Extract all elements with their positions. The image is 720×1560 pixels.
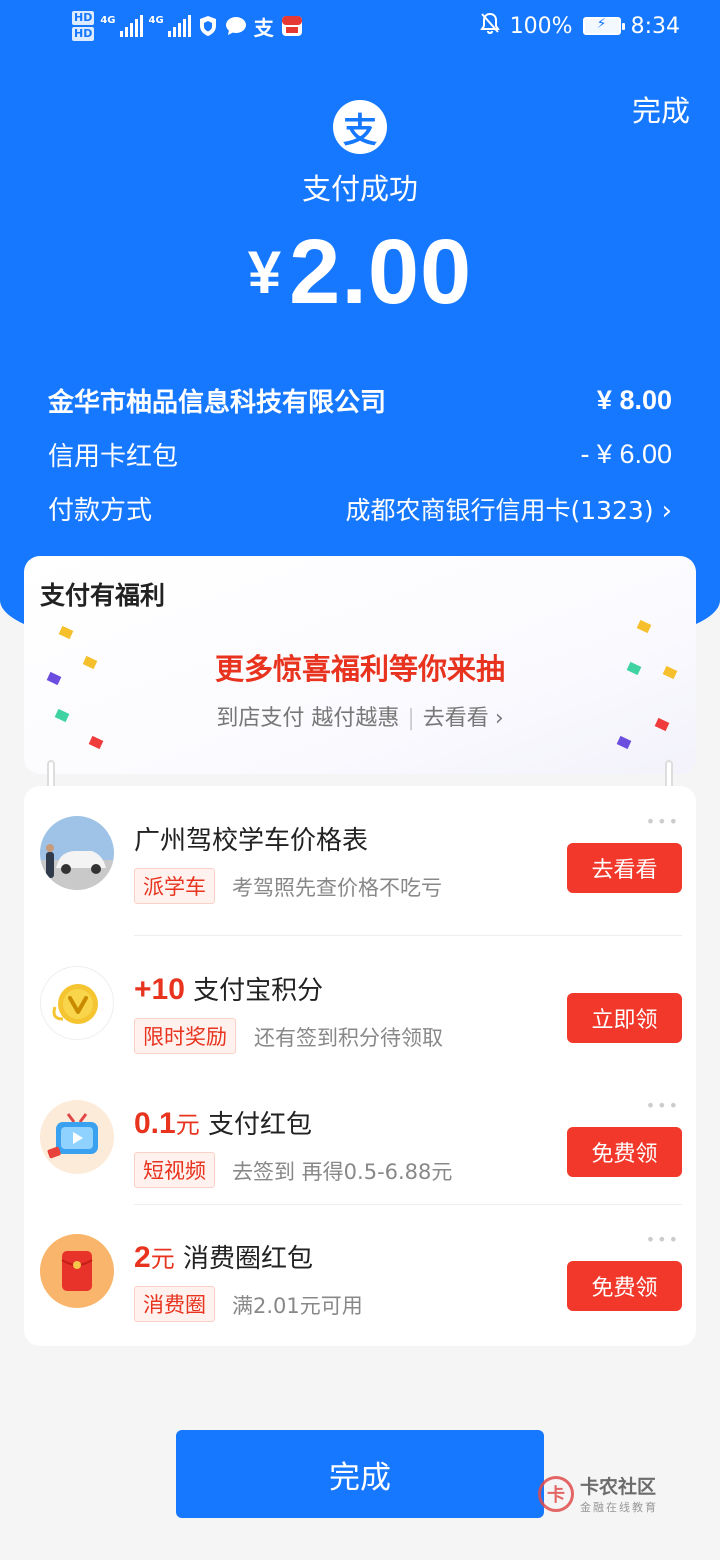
- offer-title: 0.1元 支付红包: [134, 1104, 312, 1141]
- benefit-sub-text: 到店支付 越付越惠: [216, 706, 400, 731]
- offer-tag: 短视频: [134, 1152, 215, 1188]
- watermark-sub: 金融在线教育: [580, 1501, 658, 1514]
- offer-desc: 考驾照先查价格不吃亏: [232, 876, 442, 900]
- hd-label-2: HD: [72, 27, 95, 41]
- offer-tag: 限时奖励: [134, 1018, 236, 1054]
- benefit-link[interactable]: 去看看: [423, 706, 489, 731]
- offer-highlight-value: 2: [134, 1241, 151, 1274]
- alipay-icon: 支: [253, 15, 274, 40]
- chevron-right-icon: ›: [661, 495, 672, 526]
- status-bar: HD HD 4G 4G 支 100% ⚡ 8:34: [0, 0, 720, 56]
- offer-highlight-unit: 元: [150, 1246, 175, 1273]
- view-button[interactable]: 去看看: [567, 843, 682, 893]
- points-coin-icon: [40, 966, 114, 1040]
- offer-tag: 派学车: [134, 868, 215, 904]
- confetti-icon: [58, 625, 74, 640]
- watermark-logo-icon: 卡: [538, 1475, 574, 1512]
- merchant-name: 金华市柚品信息科技有限公司: [48, 388, 387, 418]
- merchant-row: 金华市柚品信息科技有限公司 ¥ 8.00: [48, 382, 672, 419]
- battery-percent: 100%: [509, 13, 573, 39]
- network-label-1: 4G: [100, 15, 116, 26]
- offer-tag: 消费圈: [134, 1286, 215, 1322]
- amount-value: 2.00: [289, 221, 473, 323]
- driving-school-avatar: [40, 816, 114, 890]
- offer-title: +10 支付宝积分: [134, 970, 323, 1007]
- offer-title-text: 支付红包: [207, 1110, 312, 1140]
- benefit-subline: 到店支付 越付越惠 | 去看看 ›: [24, 700, 696, 732]
- status-left: HD HD 4G 4G 支: [72, 10, 303, 42]
- clock: 8:34: [630, 13, 680, 39]
- offer-highlight: 2元: [134, 1241, 175, 1274]
- payment-amount: ¥2.00: [0, 220, 720, 325]
- battery-icon: ⚡: [582, 16, 625, 35]
- payment-method-value-wrap[interactable]: 成都农商银行信用卡(1323) ›: [345, 491, 672, 527]
- benefit-card[interactable]: 支付有福利 更多惊喜福利等你来抽 到店支付 越付越惠 | 去看看 ›: [24, 556, 696, 774]
- discount-amount: - ¥ 6.00: [580, 439, 672, 469]
- offer-highlight-value: 0.1: [134, 1107, 176, 1140]
- app-icon: [281, 15, 303, 37]
- confetti-icon: [88, 735, 104, 750]
- list-item[interactable]: ••• 广州驾校学车价格表 派学车 考驾照先查价格不吃亏 去看看: [24, 786, 696, 920]
- list-item[interactable]: ••• 0.1元 支付红包 短视频 去签到 再得0.5-6.88元 免费领: [24, 1070, 696, 1204]
- chevron-right-icon: ›: [494, 706, 504, 731]
- benefit-title: 支付有福利: [40, 581, 166, 610]
- mute-bell-icon: [479, 12, 500, 40]
- free-claim-button[interactable]: 免费领: [567, 1261, 682, 1311]
- payment-method-row[interactable]: 付款方式 成都农商银行信用卡(1323) ›: [48, 490, 672, 527]
- confetti-icon: [636, 619, 652, 634]
- offer-title: 广州驾校学车价格表: [134, 826, 369, 856]
- hd-label-1: HD: [72, 11, 95, 25]
- chat-icon: [225, 15, 247, 37]
- divider: |: [407, 706, 415, 731]
- done-button[interactable]: 完成: [176, 1430, 544, 1518]
- offer-highlight: 0.1元: [134, 1107, 200, 1140]
- payment-method-value: 成都农商银行信用卡(1323): [345, 495, 654, 525]
- offer-desc: 满2.01元可用: [232, 1294, 363, 1318]
- red-envelope-icon: [40, 1234, 114, 1308]
- more-dots-icon[interactable]: •••: [646, 1230, 680, 1249]
- list-item[interactable]: ••• 2元 消费圈红包 消费圈 满2.01元可用 免费领: [24, 1204, 696, 1338]
- offer-title: 2元 消费圈红包: [134, 1238, 313, 1275]
- payment-method-label: 付款方式: [48, 496, 153, 526]
- more-dots-icon[interactable]: •••: [646, 1096, 680, 1115]
- offer-list: ••• 广州驾校学车价格表 派学车 考驾照先查价格不吃亏 去看看 +10 支付宝…: [24, 786, 696, 1346]
- list-item[interactable]: +10 支付宝积分 限时奖励 还有签到积分待领取 立即领: [24, 936, 696, 1070]
- status-right: 100% ⚡ 8:34: [479, 12, 680, 40]
- offer-desc: 去签到 再得0.5-6.88元: [232, 1160, 453, 1184]
- confetti-icon: [616, 735, 632, 750]
- discount-label: 信用卡红包: [48, 442, 179, 472]
- offer-highlight: +10: [134, 973, 185, 1006]
- watermark-main: 卡农社区: [580, 1476, 657, 1498]
- offer-desc: 还有签到积分待领取: [254, 1026, 443, 1050]
- offer-title-text: 支付宝积分: [193, 976, 324, 1006]
- network-label-2: 4G: [148, 15, 164, 26]
- claim-now-button[interactable]: 立即领: [567, 993, 682, 1043]
- merchant-amount: ¥ 8.00: [596, 385, 672, 415]
- done-top-button[interactable]: 完成: [632, 88, 690, 130]
- free-claim-button[interactable]: 免费领: [567, 1127, 682, 1177]
- signal-icon-1: 4G: [100, 15, 143, 37]
- alipay-logo-icon: 支: [333, 100, 387, 154]
- tv-icon: [40, 1100, 114, 1174]
- offer-highlight-unit: 元: [175, 1112, 200, 1139]
- signal-icon-2: 4G: [149, 15, 191, 37]
- shield-icon: [197, 15, 219, 37]
- hd-indicator: HD HD: [72, 10, 95, 42]
- more-dots-icon[interactable]: •••: [646, 812, 680, 831]
- benefit-headline: 更多惊喜福利等你来抽: [214, 652, 505, 686]
- currency-symbol: ¥: [247, 239, 282, 306]
- payment-status-title: 支付成功: [301, 172, 418, 206]
- offer-title-text: 消费圈红包: [182, 1244, 313, 1274]
- discount-row: 信用卡红包 - ¥ 6.00: [48, 436, 672, 473]
- watermark-text: 卡农社区 金融在线教育: [580, 1472, 658, 1515]
- watermark: 卡 卡农社区 金融在线教育: [538, 1472, 658, 1515]
